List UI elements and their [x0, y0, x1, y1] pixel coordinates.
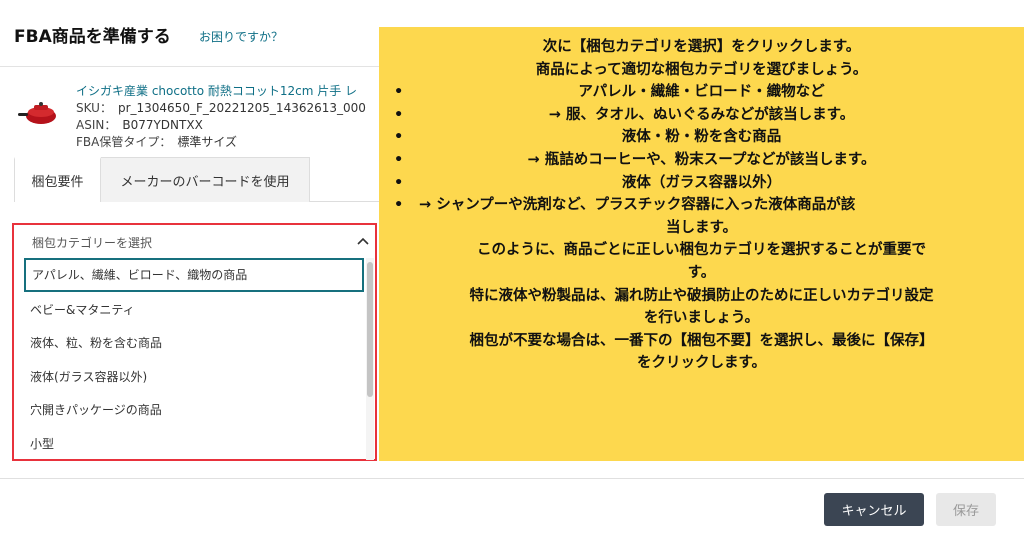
tab-bar: 梱包要件 メーカーのバーコードを使用 [14, 157, 394, 202]
product-name-link[interactable]: イシガキ産業 chocotto 耐熱ココット12cm 片手 レ [76, 82, 376, 99]
bullet-icon: • [394, 106, 404, 123]
help-link[interactable]: お困りですか？ [199, 28, 283, 45]
product-asin: ASIN： B077YDNTXX [76, 116, 376, 133]
product-thumbnail [18, 102, 56, 124]
option-liquid-granule-powder[interactable]: 液体、粒、粉を含む商品 [24, 326, 364, 360]
option-small[interactable]: 小型 [24, 427, 364, 461]
instruction-line: 梱包が不要な場合は、一番下の【梱包不要】を選択し、最後に【保存】 [469, 332, 934, 349]
instruction-bullet: • アパレル・繊維・ビロード・織物など [379, 81, 1024, 104]
instruction-bullet: • 液体・粉・粉を含む商品 [379, 126, 1024, 149]
instruction-bullet: • 液体（ガラス容器以外） [379, 172, 1024, 195]
option-liquid-non-glass[interactable]: 液体(ガラス容器以外) [24, 360, 364, 394]
cancel-button[interactable]: キャンセル [824, 493, 924, 526]
instruction-bullet: • → 服、タオル、ぬいぐるみなどが該当します。 [379, 104, 1024, 127]
storage-type-value: 標準サイズ [177, 135, 237, 149]
instruction-bullet: • → シャンプーや洗剤など、プラスチック容器に入った液体商品が該 [379, 194, 1024, 217]
instruction-line: をクリックします。 [636, 355, 767, 372]
bullet-icon: • [394, 151, 404, 168]
sku-value: pr_1304650_F_20221205_14362613_000 [117, 101, 366, 115]
instruction-bullet: • → 瓶詰めコーヒーや、粉末スープなどが該当します。 [379, 149, 1024, 172]
instruction-overlay: 次に【梱包カテゴリを選択】をクリックします。 商品によって適切な梱包カテゴリを選… [379, 27, 1024, 461]
save-button[interactable]: 保存 [936, 493, 996, 526]
instruction-line: 特に液体や粉製品は、漏れ防止や破損防止のために正しいカテゴリ設定 [469, 287, 934, 304]
divider [0, 66, 400, 67]
tab-packaging-requirements[interactable]: 梱包要件 [14, 157, 101, 202]
sku-label: SKU： [76, 101, 112, 115]
bullet-icon: • [394, 197, 404, 214]
chevron-up-icon [357, 237, 369, 245]
bullet-icon: • [394, 129, 404, 146]
tab-manufacturer-barcode[interactable]: メーカーのバーコードを使用 [101, 157, 310, 202]
instruction-line: す。 [687, 264, 716, 281]
packaging-category-select[interactable]: 梱包カテゴリーを選択 [24, 229, 376, 255]
dropdown-options: アパレル、繊維、ビロード、織物の商品 ベビー&マタニティ 液体、粒、粉を含む商品… [24, 258, 364, 460]
option-baby-maternity[interactable]: ベビー&マタニティ [24, 293, 364, 327]
product-storage-type: FBA保管タイプ： 標準サイズ [76, 133, 376, 150]
instruction-line: 商品によって適切な梱包カテゴリを選びましょう。 [535, 61, 868, 78]
footer-divider [0, 478, 1024, 479]
instruction-line: 当します。 [665, 219, 738, 236]
bullet-icon: • [394, 84, 404, 101]
scrollbar-thumb[interactable] [367, 262, 373, 397]
instruction-line: を行いましょう。 [643, 310, 760, 327]
storage-type-label: FBA保管タイプ： [76, 135, 172, 149]
asin-value: B077YDNTXX [122, 118, 203, 132]
instruction-line: このように、商品ごとに正しい梱包カテゴリを選択することが重要で [476, 242, 927, 259]
product-sku: SKU： pr_1304650_F_20221205_14362613_000 [76, 99, 376, 116]
option-apparel[interactable]: アパレル、繊維、ビロード、織物の商品 [24, 258, 364, 292]
bullet-icon: • [394, 174, 404, 191]
page-title: FBA商品を準備する [14, 27, 171, 47]
option-perforated-package[interactable]: 穴開きパッケージの商品 [24, 393, 364, 427]
instruction-line: 次に【梱包カテゴリを選択】をクリックします。 [542, 39, 861, 55]
asin-label: ASIN： [76, 118, 117, 132]
